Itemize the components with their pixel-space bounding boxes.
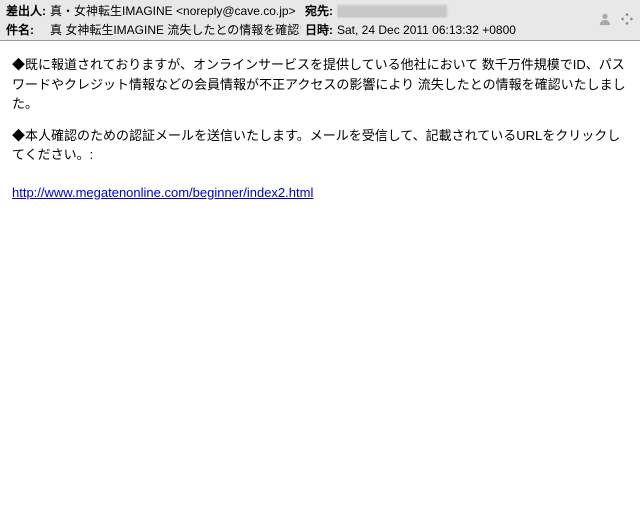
to-redacted [337,5,447,18]
contact-icon[interactable] [598,12,612,29]
date-label: 日時: [305,21,333,38]
body-paragraph-2: ◆本人確認のための認証メールを送信いたします。メールを受信して、記載されているU… [12,126,628,165]
date-value: Sat, 24 Dec 2011 06:13:32 +0800 [337,23,588,37]
subject-label: 件名: [6,21,46,38]
expand-icon[interactable] [620,12,634,29]
to-value [337,3,588,17]
from-label: 差出人: [6,2,46,19]
body-paragraph-1: ◆既に報道されておりますが、オンラインサービスを提供している他社において 数千万… [12,55,628,114]
email-header: 差出人: 真・女神転生IMAGINE <noreply@cave.co.jp> … [0,0,640,41]
from-value: 真・女神転生IMAGINE <noreply@cave.co.jp> [50,2,301,19]
subject-value: 真 女神転生IMAGINE 流失したとの情報を確認いたしました [50,21,301,38]
email-body: ◆既に報道されておりますが、オンラインサービスを提供している他社において 数千万… [0,41,640,216]
to-label: 宛先: [305,2,333,19]
body-link[interactable]: http://www.megatenonline.com/beginner/in… [12,183,313,203]
